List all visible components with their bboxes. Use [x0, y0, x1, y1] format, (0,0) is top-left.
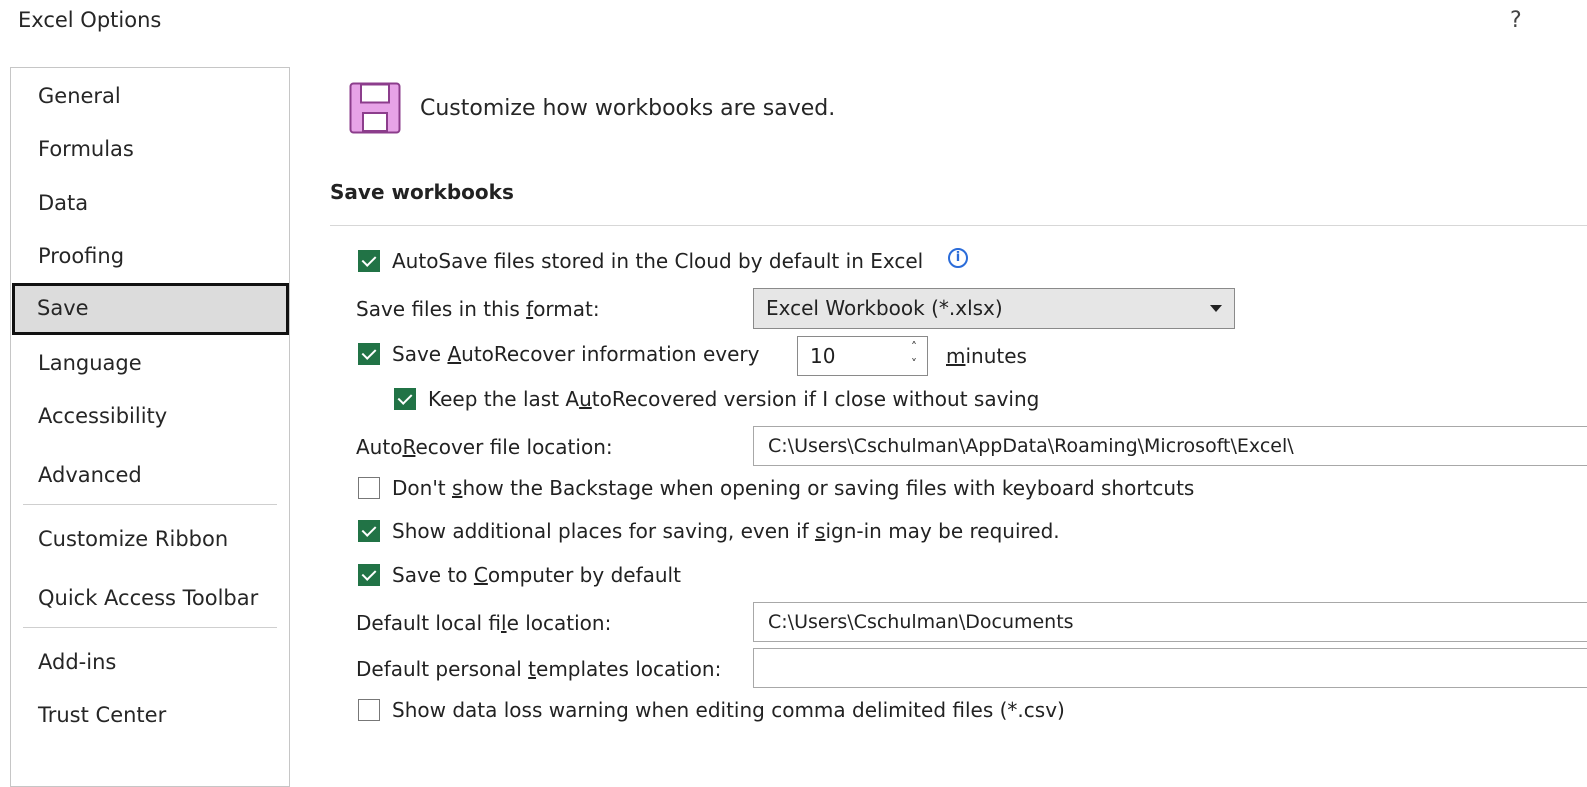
format-label: Save files in this format: [356, 297, 600, 321]
section-divider [330, 225, 1587, 226]
local-location-field[interactable]: C:\Users\Cschulman\Documents [753, 602, 1587, 642]
csv-warning-label: Show data loss warning when editing comm… [392, 698, 1065, 722]
nav-item-language[interactable]: Language [13, 338, 287, 388]
autorecover-label: Save AutoRecover information every [392, 342, 760, 366]
minutes-value: 10 [810, 344, 836, 368]
additional-places-checkbox[interactable] [358, 520, 380, 542]
window-title: Excel Options [18, 8, 162, 32]
autorecover-checkbox[interactable] [358, 343, 380, 365]
local-location-label: Default local file location: [356, 611, 612, 635]
dropdown-arrow-icon [1210, 305, 1222, 312]
nav-item-quick-access-toolbar[interactable]: Quick Access Toolbar [13, 573, 287, 623]
additional-places-label: Show additional places for saving, even … [392, 519, 1060, 543]
nav-item-proofing[interactable]: Proofing [13, 231, 287, 281]
options-nav: General Formulas Data Proofing Save Lang… [10, 67, 290, 787]
nav-item-save[interactable]: Save [12, 283, 289, 335]
section-title: Save workbooks [330, 180, 514, 204]
nav-divider [23, 627, 277, 628]
help-button[interactable]: ? [1510, 8, 1522, 33]
spin-down-icon[interactable]: ˅ [911, 358, 917, 370]
templates-location-label: Default personal templates location: [356, 657, 722, 681]
spin-up-icon[interactable]: ˄ [911, 341, 917, 353]
autorecover-minutes-stepper[interactable]: 10 ˄ ˅ [797, 336, 928, 376]
format-dropdown[interactable]: Excel Workbook (*.xlsx) [753, 288, 1235, 329]
nav-item-advanced[interactable]: Advanced [13, 450, 287, 500]
backstage-label: Don't show the Backstage when opening or… [392, 476, 1195, 500]
nav-item-add-ins[interactable]: Add-ins [13, 637, 287, 687]
autorecover-location-label: AutoRecover file location: [356, 435, 613, 459]
format-dropdown-value: Excel Workbook (*.xlsx) [766, 296, 1003, 320]
csv-warning-checkbox[interactable] [358, 699, 380, 721]
nav-item-accessibility[interactable]: Accessibility [13, 391, 287, 441]
nav-item-data[interactable]: Data [13, 178, 287, 228]
save-to-computer-label: Save to Computer by default [392, 563, 681, 587]
backstage-checkbox[interactable] [358, 477, 380, 499]
autosave-checkbox[interactable] [358, 250, 380, 272]
autorecover-location-field[interactable]: C:\Users\Cschulman\AppData\Roaming\Micro… [753, 426, 1587, 466]
keep-last-version-checkbox[interactable] [394, 388, 416, 410]
nav-item-general[interactable]: General [13, 71, 287, 121]
autosave-label: AutoSave files stored in the Cloud by de… [392, 249, 924, 273]
templates-location-field[interactable] [753, 648, 1587, 688]
minutes-label: minutes [946, 344, 1027, 368]
nav-divider [23, 504, 277, 505]
nav-item-trust-center[interactable]: Trust Center [13, 690, 287, 740]
save-to-computer-checkbox[interactable] [358, 564, 380, 586]
page-header: Customize how workbooks are saved. [420, 96, 836, 121]
save-icon [349, 82, 401, 134]
keep-last-version-label: Keep the last AutoRecovered version if I… [428, 387, 1040, 411]
info-icon[interactable]: i [948, 248, 968, 268]
nav-item-customize-ribbon[interactable]: Customize Ribbon [13, 514, 287, 564]
nav-item-formulas[interactable]: Formulas [13, 124, 287, 174]
